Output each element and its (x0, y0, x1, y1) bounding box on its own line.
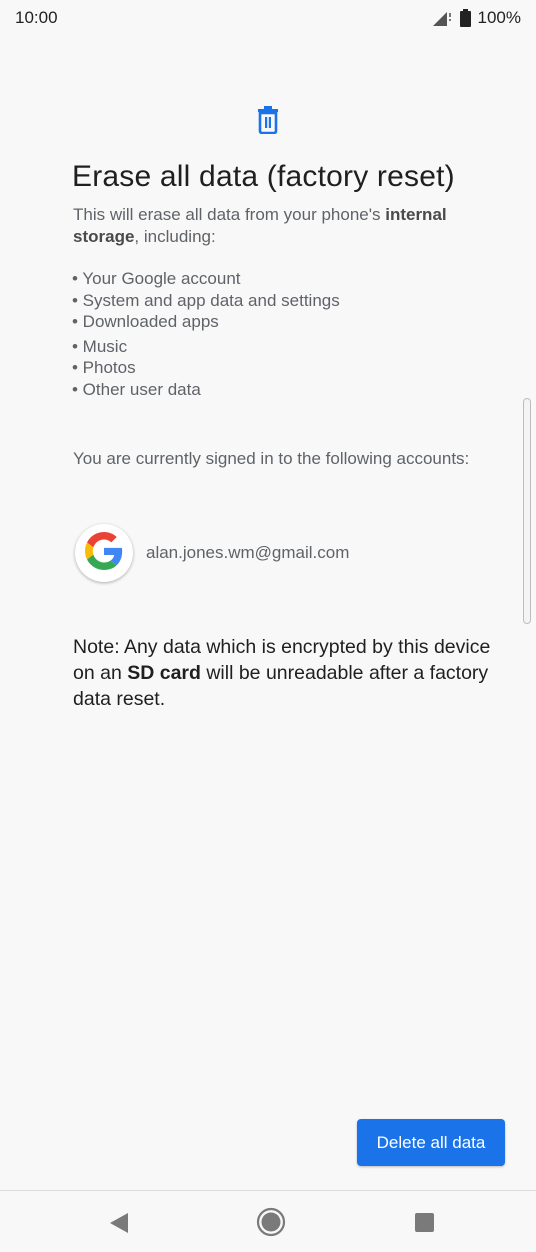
status-time: 10:00 (15, 8, 58, 27)
signed-in-text: You are currently signed in to the follo… (73, 449, 470, 468)
account-email: alan.jones.wm@gmail.com (146, 543, 350, 562)
back-icon[interactable] (108, 1212, 130, 1239)
note-text-bold: SD card (127, 662, 201, 684)
google-icon (85, 531, 123, 575)
page-title: Erase all data (factory reset) (72, 160, 455, 193)
intro-text-end: , including: (134, 227, 216, 246)
list-item: • Photos (72, 358, 136, 377)
scrollbar[interactable] (523, 398, 531, 624)
status-bar: 10:00 100% (0, 0, 536, 36)
list-item: • System and app data and settings (72, 290, 340, 310)
account-avatar (75, 524, 133, 582)
delete-all-data-button[interactable]: Delete all data (357, 1119, 505, 1166)
intro-text: This will erase all data from your phone… (73, 204, 493, 248)
battery-icon (459, 9, 471, 27)
erase-items-list: • Your Google account • System and app d… (72, 268, 340, 400)
navigation-bar (0, 1190, 536, 1252)
signal-icon (431, 10, 453, 26)
recents-icon[interactable] (415, 1213, 434, 1232)
account-row: alan.jones.wm@gmail.com (75, 524, 349, 582)
home-icon[interactable] (256, 1207, 286, 1242)
trash-icon (256, 106, 280, 135)
list-item: • Your Google account (72, 269, 241, 288)
battery-percent: 100% (477, 8, 521, 27)
status-indicators: 100% (431, 8, 521, 28)
intro-text-start: This will erase all data from your phone… (73, 205, 386, 224)
sd-card-note: Note: Any data which is encrypted by thi… (73, 634, 503, 712)
list-item: • Other user data (72, 379, 201, 399)
list-item: • Music (72, 336, 128, 356)
list-item: • Downloaded apps (72, 312, 219, 331)
